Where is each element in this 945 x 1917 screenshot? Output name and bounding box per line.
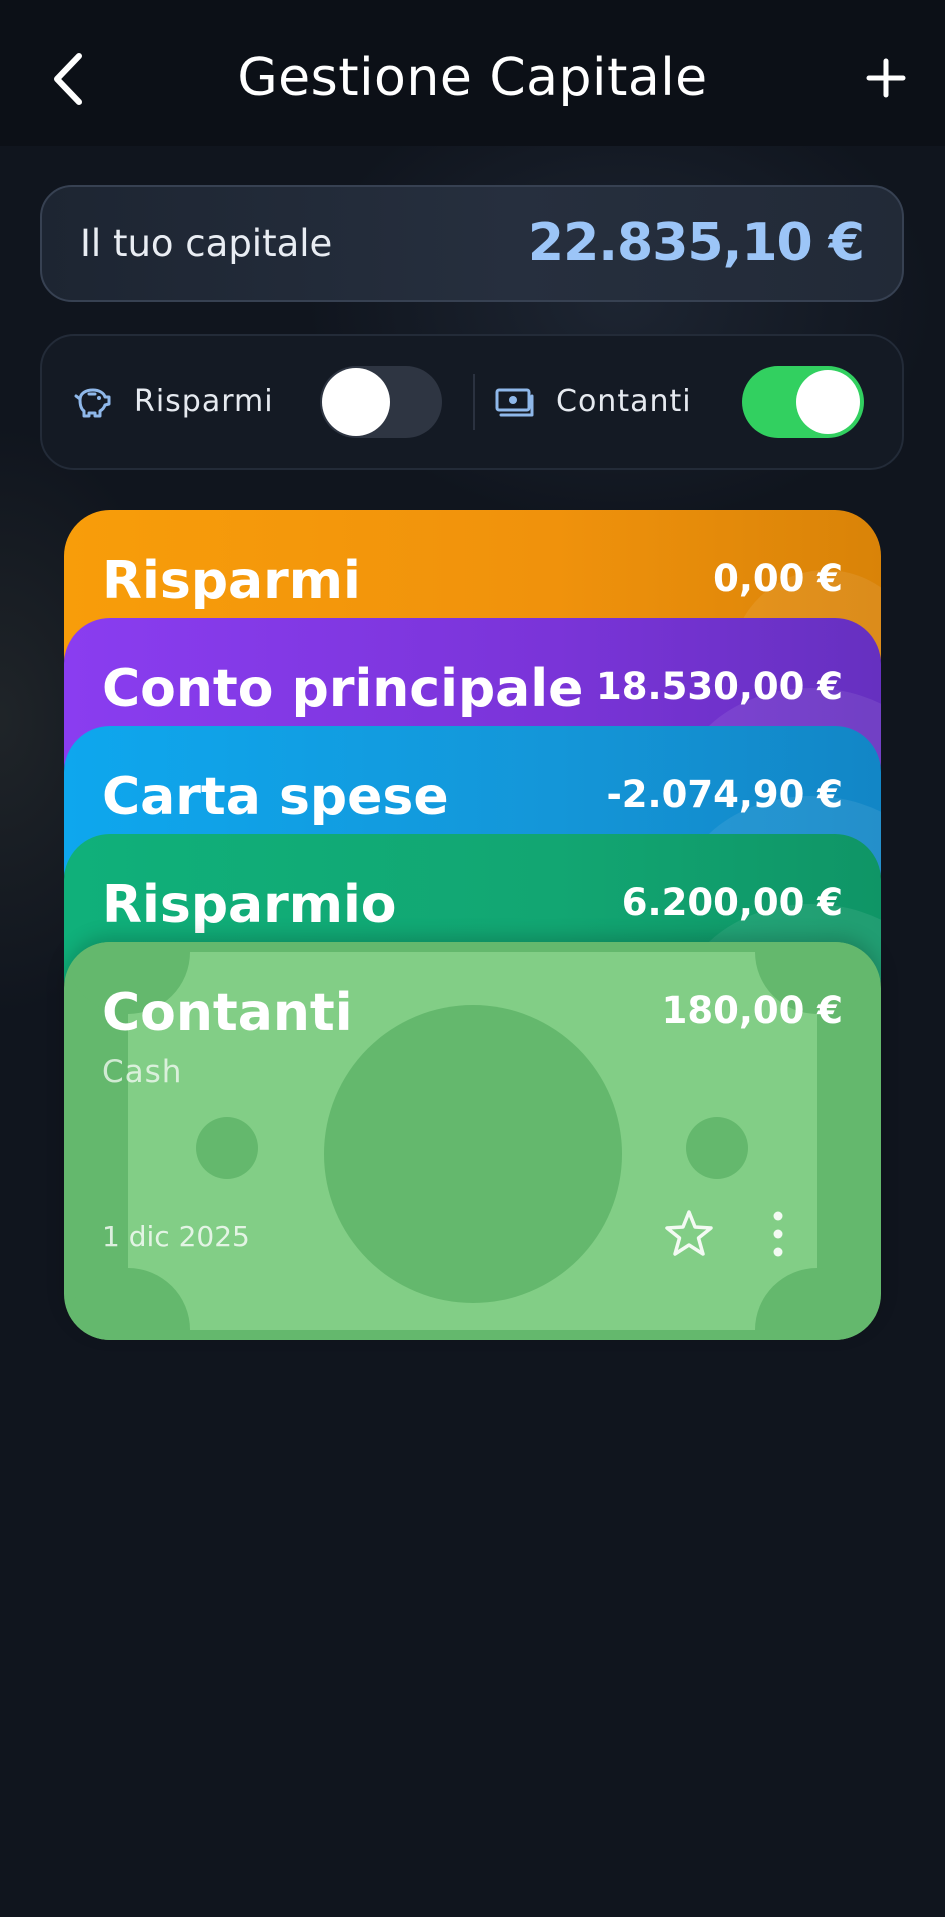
app-header: Gestione Capitale xyxy=(0,0,945,146)
filter-toggles: Risparmi Contanti xyxy=(40,334,904,470)
cash-icon xyxy=(495,388,534,417)
savings-toggle[interactable] xyxy=(320,366,442,438)
chevron-left-icon xyxy=(54,53,82,105)
account-amount: 6.200,00 € xyxy=(621,881,843,924)
banknote-dot xyxy=(686,1117,748,1179)
total-capital-label: Il tuo capitale xyxy=(80,222,333,265)
savings-toggle-label: Risparmi xyxy=(134,384,274,419)
account-amount: 0,00 € xyxy=(713,557,843,600)
account-amount: 180,00 € xyxy=(661,989,843,1032)
screen: Gestione Capitale Il tuo capitale 22.835… xyxy=(0,0,945,1917)
account-amount: -2.074,90 € xyxy=(606,773,843,816)
account-amount: 18.530,00 € xyxy=(596,665,843,708)
account-date: 1 dic 2025 xyxy=(102,1220,250,1253)
page-title: Gestione Capitale xyxy=(237,48,708,108)
star-icon[interactable] xyxy=(663,1208,715,1260)
add-button[interactable] xyxy=(856,48,916,108)
account-card-contanti[interactable]: Contanti 180,00 € Cash 1 dic 2025 xyxy=(64,942,881,1340)
more-vertical-icon[interactable] xyxy=(766,1208,790,1260)
piggy-bank-icon xyxy=(74,388,111,418)
banknote-dot xyxy=(196,1117,258,1179)
plus-icon xyxy=(866,58,906,98)
toggle-knob xyxy=(322,368,390,436)
account-name: Conto principale xyxy=(102,659,584,719)
account-name: Contanti xyxy=(102,983,353,1043)
account-name: Risparmi xyxy=(102,551,361,611)
back-button[interactable] xyxy=(40,44,96,114)
toggle-knob xyxy=(796,370,860,434)
account-name: Carta spese xyxy=(102,767,449,827)
banknote-corner xyxy=(66,1268,190,1340)
banknote-center-circle xyxy=(324,1005,622,1303)
account-name: Risparmio xyxy=(102,875,397,935)
total-capital-value: 22.835,10 € xyxy=(527,213,865,273)
cash-toggle-label: Contanti xyxy=(556,384,692,419)
total-capital-card: Il tuo capitale 22.835,10 € xyxy=(40,185,904,302)
toggle-divider xyxy=(473,374,475,430)
account-subtitle: Cash xyxy=(102,1054,183,1090)
banknote-corner xyxy=(755,1268,879,1340)
cash-toggle[interactable] xyxy=(742,366,864,438)
